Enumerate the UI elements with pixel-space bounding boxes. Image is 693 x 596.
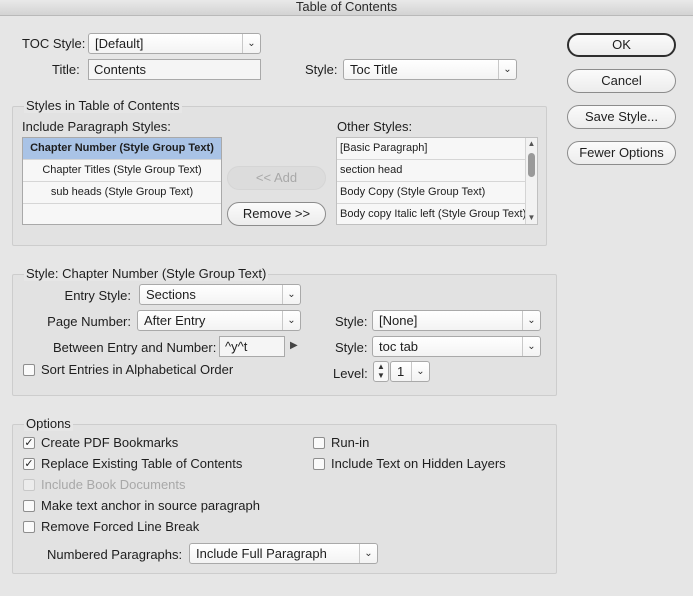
remove-forced-line-break-checkbox[interactable] xyxy=(23,521,35,533)
list-item[interactable]: Body copy Italic left (Style Group Text) xyxy=(337,204,537,224)
chevron-down-icon: ⌄ xyxy=(498,60,516,79)
list-item[interactable] xyxy=(23,204,221,224)
page-number-style-select[interactable]: [None] ⌄ xyxy=(372,310,541,331)
title-input[interactable]: Contents xyxy=(88,59,261,80)
replace-existing-label: Replace Existing Table of Contents xyxy=(41,456,243,471)
page-number-value: After Entry xyxy=(144,313,206,328)
list-item[interactable]: Body Copy (Style Group Text) xyxy=(337,182,537,204)
between-style-label: Style: xyxy=(335,340,368,355)
page-number-style-value: [None] xyxy=(379,313,418,328)
chevron-down-icon[interactable]: ▼ xyxy=(374,371,388,380)
page-number-label: Page Number: xyxy=(47,314,131,329)
chevron-down-icon: ⌄ xyxy=(359,544,377,563)
other-styles-scrollbar[interactable]: ▲ ▼ xyxy=(525,138,537,224)
list-item[interactable]: Chapter Titles (Style Group Text) xyxy=(23,160,221,182)
title-style-select[interactable]: Toc Title ⌄ xyxy=(343,59,517,80)
chevron-down-icon: ⌄ xyxy=(282,285,300,304)
between-entry-input[interactable]: ^y^t xyxy=(219,336,285,357)
cancel-button[interactable]: Cancel xyxy=(567,69,676,93)
include-hidden-layers-label: Include Text on Hidden Layers xyxy=(331,456,506,471)
scroll-thumb[interactable] xyxy=(528,153,535,177)
numbered-paragraphs-label: Numbered Paragraphs: xyxy=(47,547,183,562)
ok-button[interactable]: OK xyxy=(567,33,676,57)
level-select[interactable]: 1 ⌄ xyxy=(390,361,430,382)
between-style-select[interactable]: toc tab ⌄ xyxy=(372,336,541,357)
title-label: Title: xyxy=(52,62,80,77)
page-number-select[interactable]: After Entry ⌄ xyxy=(137,310,301,331)
toc-style-value: [Default] xyxy=(95,36,144,51)
other-styles-list: [Basic Paragraph] section head Body Copy… xyxy=(336,137,538,225)
toc-dialog: Table of Contents TOC Style: [Default] ⌄… xyxy=(0,0,693,596)
remove-forced-line-break-label: Remove Forced Line Break xyxy=(41,519,200,534)
list-item[interactable]: sub heads (Style Group Text) xyxy=(23,182,221,204)
replace-existing-checkbox[interactable]: ✓ xyxy=(23,458,35,470)
toc-style-label: TOC Style: xyxy=(22,36,86,51)
entry-style-value: Sections xyxy=(146,287,196,302)
create-pdf-bookmarks-checkbox[interactable]: ✓ xyxy=(23,437,35,449)
chevron-down-icon: ⌄ xyxy=(411,362,429,381)
include-styles-label: Include Paragraph Styles: xyxy=(22,119,171,134)
numbered-paragraphs-select[interactable]: Include Full Paragraph ⌄ xyxy=(189,543,378,564)
sort-entries-checkbox[interactable] xyxy=(23,364,35,376)
title-style-label: Style: xyxy=(305,62,338,77)
run-in-checkbox[interactable] xyxy=(313,437,325,449)
chevron-up-icon[interactable]: ▲ xyxy=(374,362,388,371)
sort-entries-label: Sort Entries in Alphabetical Order xyxy=(41,362,234,377)
list-item[interactable]: Chapter Number (Style Group Text) xyxy=(23,138,221,160)
styles-in-toc-title: Styles in Table of Contents xyxy=(24,98,182,113)
make-text-anchor-checkbox[interactable] xyxy=(23,500,35,512)
list-item[interactable]: section head xyxy=(337,160,537,182)
numbered-paragraphs-value: Include Full Paragraph xyxy=(196,546,327,561)
chevron-down-icon: ⌄ xyxy=(522,311,540,330)
title-style-value: Toc Title xyxy=(350,62,398,77)
chevron-down-icon: ⌄ xyxy=(282,311,300,330)
entry-style-select[interactable]: Sections ⌄ xyxy=(139,284,301,305)
create-pdf-bookmarks-label: Create PDF Bookmarks xyxy=(41,435,179,450)
level-value: 1 xyxy=(397,364,405,379)
run-in-label: Run-in xyxy=(331,435,370,450)
options-title: Options xyxy=(24,416,73,431)
style-entry-title: Style: Chapter Number (Style Group Text) xyxy=(24,266,269,281)
arrow-down-icon[interactable]: ▼ xyxy=(526,212,537,224)
arrow-up-icon[interactable]: ▲ xyxy=(526,138,537,150)
other-styles-label: Other Styles: xyxy=(337,119,413,134)
make-text-anchor-label: Make text anchor in source paragraph xyxy=(41,498,260,513)
level-stepper[interactable]: ▲ ▼ xyxy=(373,361,389,382)
include-book-documents-checkbox xyxy=(23,479,35,491)
chevron-down-icon: ⌄ xyxy=(522,337,540,356)
chevron-down-icon: ⌄ xyxy=(242,34,260,53)
add-button[interactable]: << Add xyxy=(227,166,326,190)
entry-style-label: Entry Style: xyxy=(64,288,131,303)
remove-button[interactable]: Remove >> xyxy=(227,202,326,226)
include-styles-list: Chapter Number (Style Group Text) Chapte… xyxy=(22,137,222,225)
between-entry-label: Between Entry and Number: xyxy=(53,340,217,355)
toc-style-select[interactable]: [Default] ⌄ xyxy=(88,33,261,54)
window-title: Table of Contents xyxy=(0,0,693,16)
level-label: Level: xyxy=(333,366,368,381)
include-book-documents-label: Include Book Documents xyxy=(41,477,186,492)
include-hidden-layers-checkbox[interactable] xyxy=(313,458,325,470)
page-number-style-label: Style: xyxy=(335,314,368,329)
arrow-right-icon[interactable]: ▶ xyxy=(290,340,298,351)
between-style-value: toc tab xyxy=(379,339,419,354)
list-item[interactable]: [Basic Paragraph] xyxy=(337,138,537,160)
fewer-options-button[interactable]: Fewer Options xyxy=(567,141,676,165)
save-style-button[interactable]: Save Style... xyxy=(567,105,676,129)
